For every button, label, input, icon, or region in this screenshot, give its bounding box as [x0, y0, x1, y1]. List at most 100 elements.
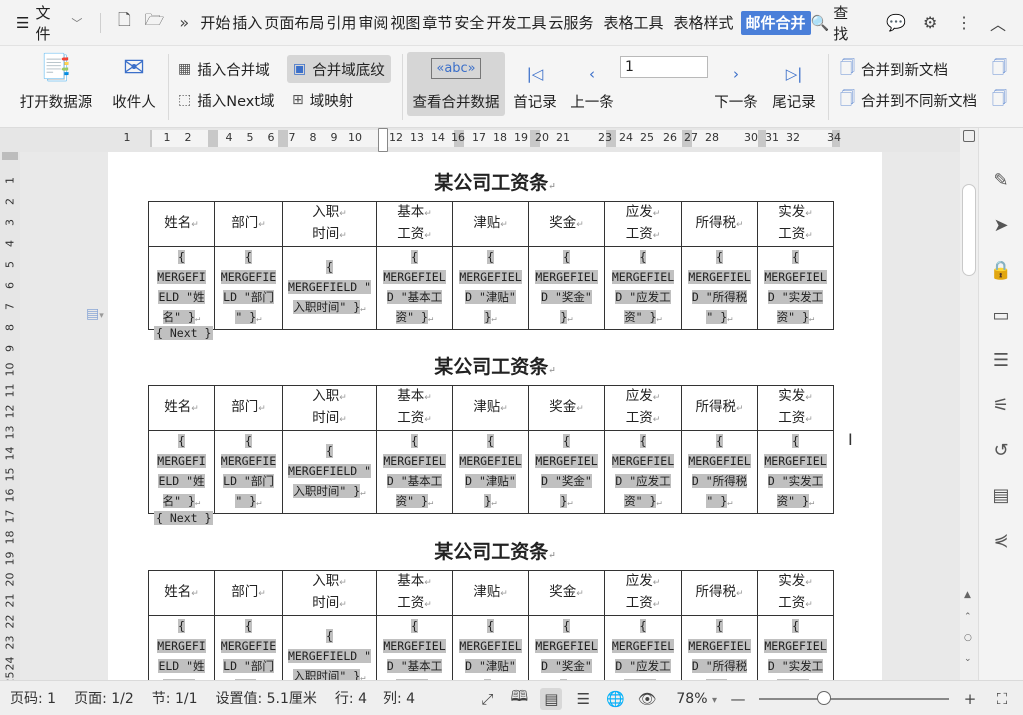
tab-section[interactable]: 章节	[421, 0, 453, 46]
merge-to-diff-docs-button[interactable]: 🗍 合并到不同新文档	[840, 88, 977, 112]
history-icon[interactable]: ↺	[987, 436, 1015, 464]
header-base-salary[interactable]: 基本↵ 工资↵	[376, 201, 453, 247]
insert-next-field-button[interactable]: ⬚ 插入Next域	[178, 88, 275, 112]
next-page-icon[interactable]: ⌄	[964, 654, 972, 664]
prev-record-button[interactable]: ‹ 上一条	[566, 54, 618, 112]
gear-icon[interactable]: ⚙	[915, 0, 945, 46]
pointer-icon[interactable]: ➤	[987, 211, 1015, 239]
next-field[interactable]: { Next }	[154, 326, 214, 340]
header-income-tax[interactable]: 所得税↵	[681, 201, 758, 247]
merge-field-income-tax[interactable]: {MERGEFIELD "所得税" }↵	[681, 615, 758, 680]
header-allowance[interactable]: 津贴↵	[452, 201, 529, 247]
zoom-in-icon[interactable]: +	[959, 688, 981, 710]
scroll-thumb[interactable]	[962, 184, 976, 276]
archive-icon[interactable]: ▭	[987, 301, 1015, 329]
fullscreen-icon[interactable]: ⤢	[476, 688, 498, 710]
tab-developer[interactable]: 开发工具	[485, 0, 547, 46]
header-hire-date[interactable]: 入职↵ 时间↵	[282, 385, 377, 431]
status-col[interactable]: 列: 4	[383, 688, 415, 708]
status-row[interactable]: 行: 4	[335, 688, 367, 708]
open-folder-icon[interactable]: 🗁	[139, 0, 169, 46]
header-net-pay[interactable]: 实发↵ 工资↵	[757, 570, 834, 616]
next-record-button[interactable]: › 下一条	[710, 54, 762, 112]
next-field[interactable]: { Next }	[154, 511, 214, 525]
backup-icon[interactable]: ▤	[987, 481, 1015, 509]
merge-field-bonus[interactable]: {MERGEFIELD "奖金"}↵	[528, 246, 605, 330]
first-record-button[interactable]: |◁ 首记录	[510, 54, 560, 112]
salary-table[interactable]: 姓名↵ 部门↵ 入职↵ 时间↵ 基本↵ 工资↵ 津贴↵ 奖金↵ 应发↵ 工资↵ 所得税…	[148, 570, 834, 680]
merge-field-base-salary[interactable]: {MERGEFIELD "基本工资" }↵	[376, 615, 453, 680]
indent-marker[interactable]	[378, 128, 388, 152]
ruler-toggle-icon[interactable]	[963, 130, 975, 142]
outline-view-icon[interactable]: ☰	[572, 688, 594, 710]
merge-field-shading-button[interactable]: ▣ 合并域底纹	[287, 55, 391, 83]
tab-insert[interactable]: 插入	[231, 0, 263, 46]
merge-field-net-pay[interactable]: {MERGEFIELD "实发工资" }↵	[757, 430, 834, 514]
tab-page-layout[interactable]: 页面布局	[263, 0, 325, 46]
header-net-pay[interactable]: 实发↵ 工资↵	[757, 201, 834, 247]
zoom-out-icon[interactable]: —	[727, 688, 749, 710]
tab-references[interactable]: 引用	[325, 0, 357, 46]
more-ribbon-icon-2[interactable]: 🗍	[992, 88, 1007, 112]
prev-page-icon[interactable]: ⌃	[964, 612, 972, 622]
status-setting[interactable]: 设置值: 5.1厘米	[215, 688, 316, 708]
vertical-ruler[interactable]: 1 2 3 4 5 6 7 8 9 10 11 12 13 14 15 16 1…	[0, 152, 20, 680]
header-base-salary[interactable]: 基本↵ 工资↵	[376, 570, 453, 616]
merge-field-bonus[interactable]: {MERGEFIELD "奖金"}↵	[528, 430, 605, 514]
more-vertical-icon[interactable]: ⋮	[949, 0, 979, 46]
header-hire-date[interactable]: 入职↵ 时间↵	[282, 201, 377, 247]
merge-field-net-pay[interactable]: {MERGEFIELD "实发工资" }↵	[757, 246, 834, 330]
pen-icon[interactable]: ✎	[987, 166, 1015, 194]
merge-field-gross-pay[interactable]: {MERGEFIELD "应发工资" }↵	[604, 430, 682, 514]
tab-mail-merge[interactable]: 邮件合并	[740, 10, 811, 35]
tab-cloud-service[interactable]: 云服务	[547, 0, 594, 46]
recipients-button[interactable]: ✉ 收件人	[108, 53, 160, 112]
more-chevrons-icon[interactable]: »	[169, 0, 199, 46]
header-hire-date[interactable]: 入职↵ 时间↵	[282, 570, 377, 616]
header-name[interactable]: 姓名↵	[148, 201, 215, 247]
tab-security[interactable]: 安全	[453, 0, 485, 46]
header-income-tax[interactable]: 所得税↵	[681, 570, 758, 616]
header-dept[interactable]: 部门↵	[214, 385, 283, 431]
salary-table[interactable]: 姓名↵ 部门↵ 入职↵ 时间↵ 基本↵ 工资↵ 津贴↵ 奖金↵ 应发↵ 工资↵ 所得税…	[148, 201, 834, 330]
merge-field-name[interactable]: {MERGEFIELD "姓名" }↵	[148, 246, 215, 330]
merge-field-bonus[interactable]: {MERGEFIELD "奖金"}↵	[528, 615, 605, 680]
header-gross-pay[interactable]: 应发↵ 工资↵	[604, 201, 682, 247]
merge-field-net-pay[interactable]: {MERGEFIELD "实发工资" }↵	[757, 615, 834, 680]
document-area[interactable]: ▤▾ 某公司工资条↵ 姓名↵ 部门↵ 入职↵ 时间↵ 基本↵ 工资↵ 津贴↵ 奖金↵…	[20, 152, 960, 680]
header-base-salary[interactable]: 基本↵ 工资↵	[376, 385, 453, 431]
merge-field-allowance[interactable]: {MERGEFIELD "津贴"}↵	[452, 246, 529, 330]
scroll-up-icon[interactable]: ▲	[964, 590, 971, 600]
header-gross-pay[interactable]: 应发↵ 工资↵	[604, 570, 682, 616]
header-gross-pay[interactable]: 应发↵ 工资↵	[604, 385, 682, 431]
tab-view[interactable]: 视图	[389, 0, 421, 46]
header-dept[interactable]: 部门↵	[214, 201, 283, 247]
more-ribbon-icon[interactable]: 🗍	[992, 57, 1007, 81]
chat-bubble-icon[interactable]: 💬	[881, 0, 911, 46]
web-view-icon[interactable]: 🌐	[604, 688, 626, 710]
document-page[interactable]: 某公司工资条↵ 姓名↵ 部门↵ 入职↵ 时间↵ 基本↵ 工资↵ 津贴↵ 奖金↵ 应发…	[108, 152, 882, 680]
tab-table-style[interactable]: 表格样式	[672, 0, 734, 46]
merge-field-dept[interactable]: {MERGEFIELD "部门" }↵	[214, 615, 283, 680]
record-number-input[interactable]: 1	[620, 56, 708, 78]
page-view-icon[interactable]: ▤	[540, 687, 563, 710]
share-icon[interactable]: ⋞	[987, 526, 1015, 554]
salary-table[interactable]: 姓名↵ 部门↵ 入职↵ 时间↵ 基本↵ 工资↵ 津贴↵ 奖金↵ 应发↵ 工资↵ 所得税…	[148, 385, 834, 514]
tab-review[interactable]: 审阅	[357, 0, 389, 46]
status-section[interactable]: 节: 1/1	[152, 688, 198, 708]
vertical-scrollbar[interactable]: ▲ ⌃ ○ ⌄	[960, 128, 978, 680]
merge-field-allowance[interactable]: {MERGEFIELD "津贴"}↵	[452, 615, 529, 680]
header-net-pay[interactable]: 实发↵ 工资↵	[757, 385, 834, 431]
merge-field-allowance[interactable]: {MERGEFIELD "津贴"}↵	[452, 430, 529, 514]
merge-field-income-tax[interactable]: {MERGEFIELD "所得税" }↵	[681, 246, 758, 330]
merge-to-new-doc-button[interactable]: 🗍 合并到新文档	[840, 57, 948, 81]
new-document-icon[interactable]: 🗋	[109, 0, 139, 46]
zoom-level[interactable]: 78% ▾	[676, 691, 717, 707]
zoom-slider[interactable]	[759, 690, 949, 705]
merge-field-base-salary[interactable]: {MERGEFIELD "基本工资" }↵	[376, 430, 453, 514]
fit-window-icon[interactable]: ⛶	[991, 688, 1013, 710]
horizontal-ruler[interactable]: 1 1 2 4 5 6 7 8 9 10 12 13 14 16 17 18 1…	[0, 128, 960, 152]
merge-field-dept[interactable]: {MERGEFIELD "部门" }↵	[214, 246, 283, 330]
tab-home[interactable]: 开始	[199, 0, 231, 46]
header-allowance[interactable]: 津贴↵	[452, 385, 529, 431]
